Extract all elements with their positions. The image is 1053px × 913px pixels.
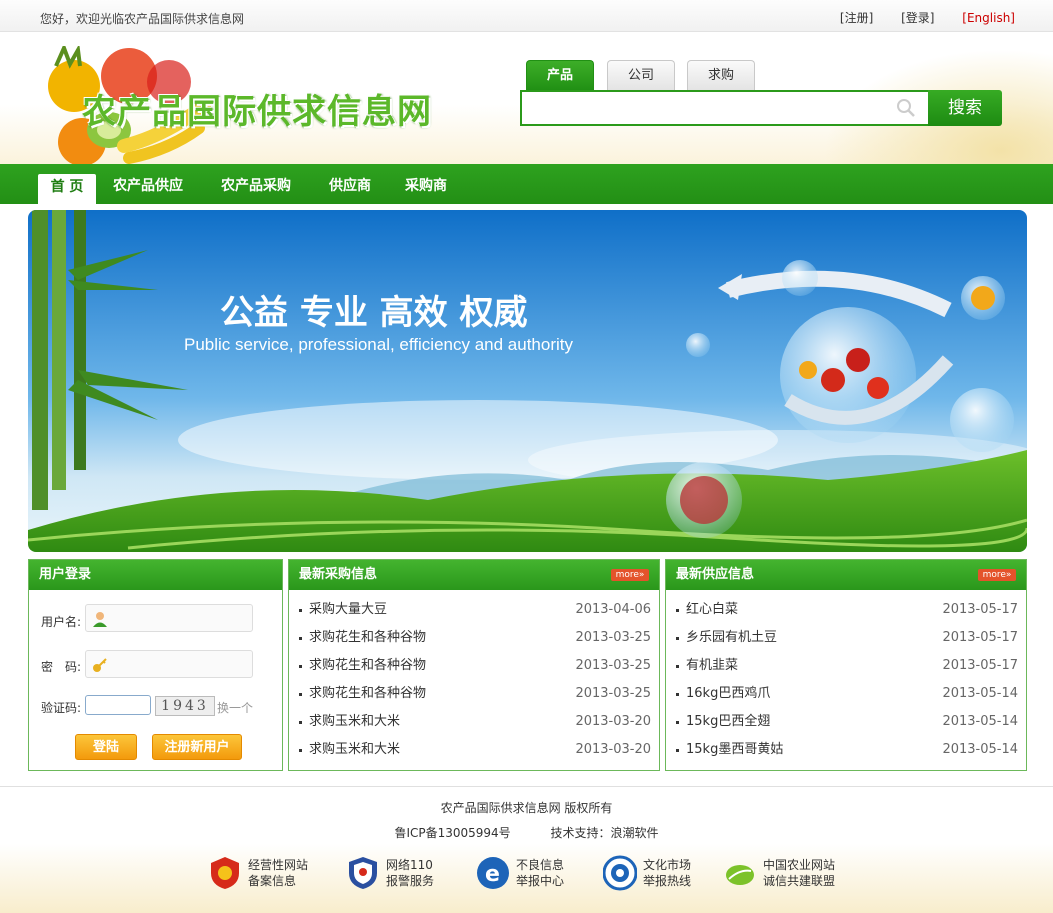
- copyright-text: 农产品国际供求信息网 版权所有: [440, 801, 613, 815]
- username-label: 用户名:: [41, 615, 82, 629]
- login-link[interactable]: [登录]: [901, 11, 934, 25]
- password-field[interactable]: [85, 650, 253, 678]
- banner-image: 公益 专业 高效 权威 Public service, professional…: [28, 210, 1027, 552]
- list-item[interactable]: 红心白菜 2013-05-17: [674, 596, 1018, 624]
- banner-headline: 公益 专业 高效 权威: [220, 293, 528, 333]
- register-button[interactable]: 注册新用户: [152, 734, 242, 760]
- police-badge-icon: [349, 857, 377, 889]
- footer-info: 鲁ICP备13005994号 技术支持：浪潮软件: [0, 824, 1053, 841]
- list-item[interactable]: 采购大量大豆 2013-04-06: [297, 596, 651, 624]
- purchase-list: 采购大量大豆 2013-04-06 求购花生和各种谷物 2013-03-25 求购花…: [289, 596, 659, 764]
- register-link[interactable]: [注册]: [840, 11, 873, 25]
- english-link[interactable]: [English]: [962, 11, 1015, 25]
- nav-buyers[interactable]: 采购商: [405, 164, 447, 204]
- site-logo[interactable]: 农产品国际供求信息网: [82, 84, 432, 133]
- login-panel-title: 用户登录: [29, 560, 282, 590]
- list-item[interactable]: 求购玉米和大米 2013-03-20: [297, 736, 651, 764]
- tab-company[interactable]: 公司: [607, 60, 675, 90]
- purchase-more-button[interactable]: more»: [611, 569, 649, 581]
- footer: 农产品国际供求信息网 版权所有 鲁ICP备13005994号 技术支持：浪潮软件…: [0, 786, 1053, 913]
- main-nav: 首 页 农产品供应 农产品采购 供应商 采购商: [0, 164, 1053, 204]
- top-links: [注册] [登录] [English]: [816, 9, 1015, 26]
- list-item[interactable]: 求购玉米和大米 2013-03-20: [297, 708, 651, 736]
- list-item[interactable]: 求购花生和各种谷物 2013-03-25: [297, 652, 651, 680]
- list-item[interactable]: 15kg巴西全翅 2013-05-14: [674, 708, 1018, 736]
- user-icon: [93, 612, 107, 627]
- list-item[interactable]: 16kg巴西鸡爪 2013-05-14: [674, 680, 1018, 708]
- banner-subline: Public service, professional, efficiency…: [184, 335, 573, 354]
- report-e-icon: e: [477, 857, 509, 889]
- tech-support-text: 技术支持：浪潮软件: [550, 826, 659, 840]
- latest-purchase-panel: 最新采购信息 more» 采购大量大豆 2013-04-06 求购花生和各种谷物 2…: [288, 559, 660, 771]
- login-panel: 用户登录 用户名: 密 码: 验证码: 1943 换一个 登陆 注册新用户: [28, 559, 283, 771]
- svg-text:e: e: [485, 862, 500, 887]
- list-item[interactable]: 求购花生和各种谷物 2013-03-25: [297, 680, 651, 708]
- purchase-panel-title: 最新采购信息: [299, 567, 378, 582]
- list-item[interactable]: 15kg墨西哥黄姑 2013-05-14: [674, 736, 1018, 764]
- supply-more-button[interactable]: more»: [978, 569, 1016, 581]
- list-item[interactable]: 有机韭菜 2013-05-17: [674, 652, 1018, 680]
- supply-list: 红心白菜 2013-05-17 乡乐园有机土豆 2013-05-17 有机韭菜 201…: [666, 596, 1026, 764]
- icp-number[interactable]: 鲁ICP备13005994号: [394, 826, 510, 840]
- agri-leaf-icon: [726, 865, 754, 885]
- welcome-text: 您好，欢迎光临农产品国际供求信息网: [40, 12, 245, 26]
- search-input[interactable]: [522, 92, 882, 122]
- login-button[interactable]: 登陆: [75, 734, 137, 760]
- nav-supply[interactable]: 农产品供应: [113, 164, 183, 204]
- search-icon: [897, 99, 915, 117]
- username-field[interactable]: [85, 604, 253, 632]
- red-shield-icon: [211, 857, 239, 889]
- tab-purchase[interactable]: 求购: [687, 60, 755, 90]
- nav-purchase[interactable]: 农产品采购: [221, 164, 291, 204]
- search-button[interactable]: 搜索: [928, 90, 1002, 126]
- nav-suppliers[interactable]: 供应商: [329, 164, 371, 204]
- tab-product[interactable]: 产品: [526, 60, 594, 90]
- captcha-input[interactable]: [85, 695, 151, 715]
- key-icon: [93, 658, 107, 672]
- search-box: [520, 90, 930, 126]
- culture-market-icon: [603, 855, 637, 891]
- captcha-label: 验证码:: [41, 701, 82, 715]
- header: 农产品国际供求信息网 产品 公司 求购 搜索: [0, 32, 1053, 164]
- password-label: 密 码:: [41, 660, 82, 674]
- top-bar: 您好，欢迎光临农产品国际供求信息网 [注册] [登录] [English]: [0, 0, 1053, 32]
- captcha-refresh-link[interactable]: 换一个: [217, 699, 253, 716]
- nav-home[interactable]: 首 页: [38, 174, 96, 204]
- supply-panel-title: 最新供应信息: [676, 567, 755, 582]
- latest-supply-panel: 最新供应信息 more» 红心白菜 2013-05-17 乡乐园有机土豆 2013-…: [665, 559, 1027, 771]
- captcha-image[interactable]: 1943: [155, 696, 215, 716]
- hero-banner: 公益 专业 高效 权威 Public service, professional…: [28, 210, 1027, 552]
- list-item[interactable]: 乡乐园有机土豆 2013-05-17: [674, 624, 1018, 652]
- list-item[interactable]: 求购花生和各种谷物 2013-03-25: [297, 624, 651, 652]
